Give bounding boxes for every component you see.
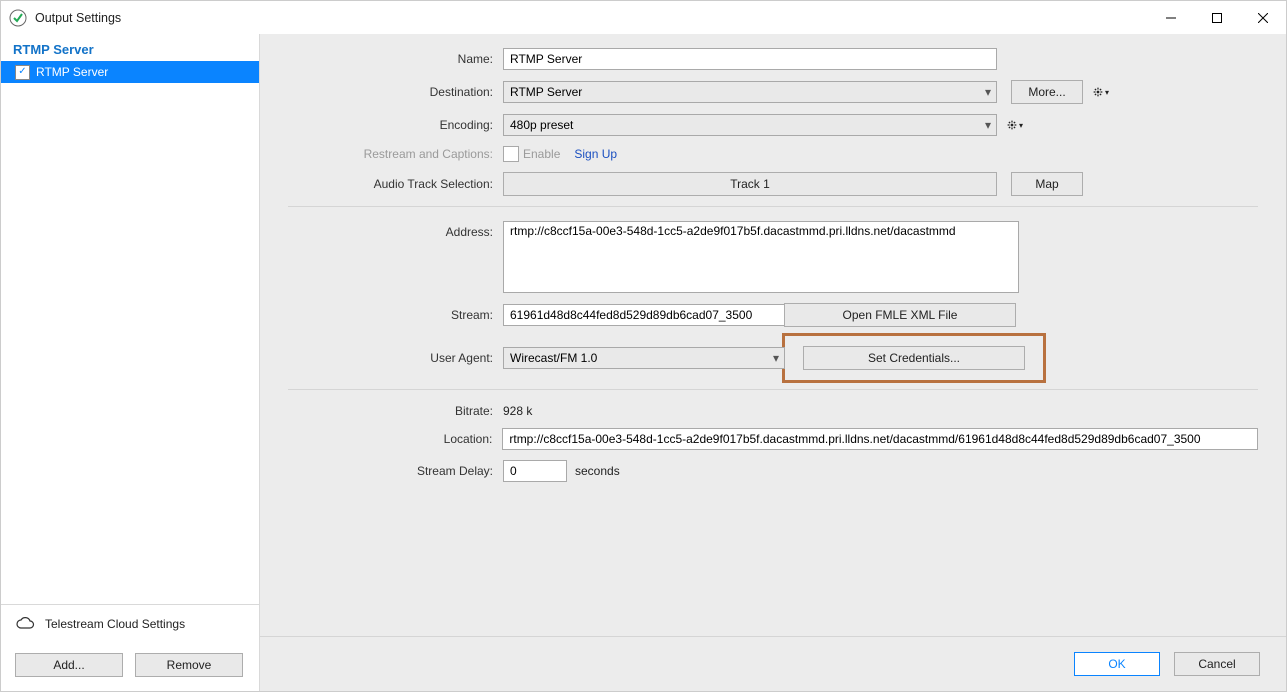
checkbox-icon[interactable]: ✓ (15, 65, 30, 80)
enable-checkbox[interactable] (503, 146, 519, 162)
divider (288, 206, 1258, 207)
label-name: Name: (288, 52, 503, 66)
highlight-annotation: Set Credentials... (782, 333, 1046, 383)
gear-icon[interactable]: ▾ (1093, 84, 1109, 100)
remove-button[interactable]: Remove (135, 653, 243, 677)
sidebar: RTMP Server ✓ RTMP Server Telestream Clo… (1, 34, 260, 691)
label-stream: Stream: (288, 308, 503, 322)
main-panel: Name: Destination: ▾ More... ▾ (260, 34, 1286, 691)
cloud-settings-label: Telestream Cloud Settings (45, 617, 185, 631)
label-user-agent: User Agent: (288, 351, 503, 365)
stream-delay-input[interactable] (503, 460, 567, 482)
bitrate-value: 928 k (503, 404, 532, 418)
user-agent-select[interactable] (503, 347, 785, 369)
label-encoding: Encoding: (288, 118, 503, 132)
open-fmle-button[interactable]: Open FMLE XML File (784, 303, 1016, 327)
app-icon (9, 9, 27, 27)
seconds-label: seconds (575, 464, 620, 478)
sidebar-header: RTMP Server (1, 34, 259, 61)
address-textarea[interactable] (503, 221, 1019, 293)
destination-select[interactable] (503, 81, 997, 103)
label-location: Location: (288, 432, 502, 446)
label-address: Address: (288, 221, 503, 239)
label-bitrate: Bitrate: (288, 404, 503, 418)
ok-button[interactable]: OK (1074, 652, 1160, 676)
sidebar-item-rtmp[interactable]: ✓ RTMP Server (1, 61, 259, 83)
divider (288, 389, 1258, 390)
set-credentials-button[interactable]: Set Credentials... (803, 346, 1025, 370)
label-restream: Restream and Captions: (288, 147, 503, 161)
maximize-button[interactable] (1194, 1, 1240, 34)
telestream-cloud-settings[interactable]: Telestream Cloud Settings (1, 605, 259, 643)
window-title: Output Settings (35, 11, 121, 25)
gear-icon[interactable]: ▾ (1007, 117, 1023, 133)
titlebar: Output Settings (1, 1, 1286, 34)
close-button[interactable] (1240, 1, 1286, 34)
name-input[interactable] (503, 48, 997, 70)
track-button[interactable]: Track 1 (503, 172, 997, 196)
label-destination: Destination: (288, 85, 503, 99)
add-button[interactable]: Add... (15, 653, 123, 677)
cloud-icon (15, 616, 35, 633)
location-input[interactable] (502, 428, 1258, 450)
label-stream-delay: Stream Delay: (288, 464, 503, 478)
encoding-select[interactable] (503, 114, 997, 136)
minimize-button[interactable] (1148, 1, 1194, 34)
footer: OK Cancel (260, 636, 1286, 691)
label-audio-track: Audio Track Selection: (288, 177, 503, 191)
cancel-button[interactable]: Cancel (1174, 652, 1260, 676)
sidebar-item-label: RTMP Server (36, 65, 108, 79)
signup-link[interactable]: Sign Up (574, 147, 617, 161)
map-button[interactable]: Map (1011, 172, 1083, 196)
more-button[interactable]: More... (1011, 80, 1083, 104)
stream-input[interactable] (503, 304, 785, 326)
output-settings-window: Output Settings RTMP Server ✓ RTMP Serve… (0, 0, 1287, 692)
enable-label: Enable (523, 147, 560, 161)
